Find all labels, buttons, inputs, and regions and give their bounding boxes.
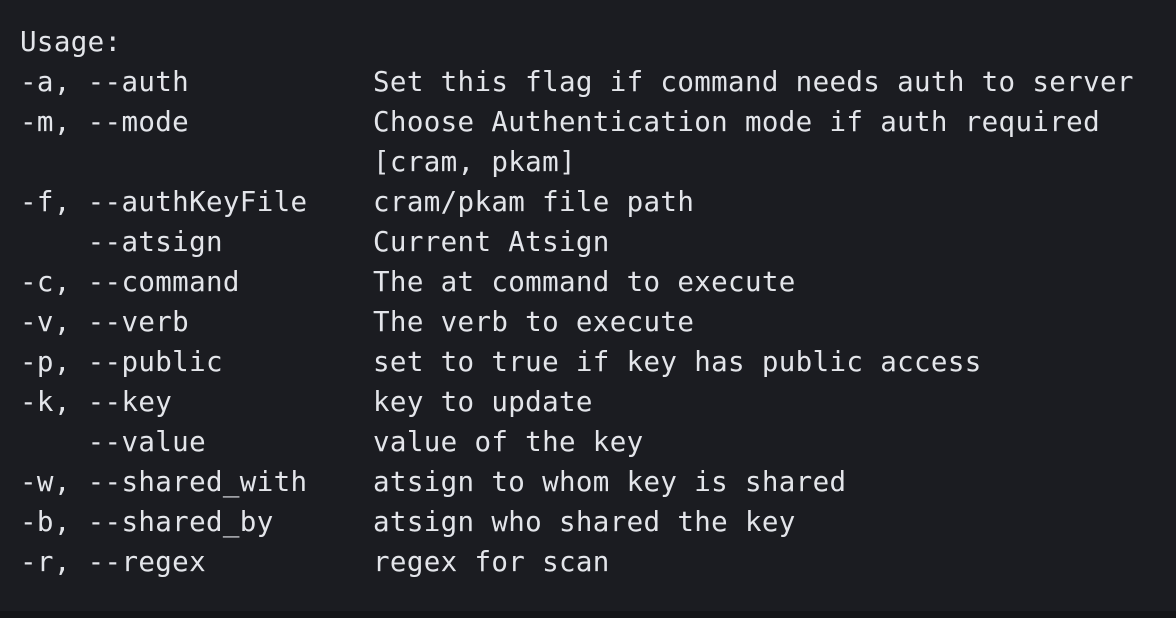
option-description: atsign to whom key is shared: [373, 466, 847, 498]
option-description: set to true if key has public access: [373, 346, 982, 378]
option-flag: -m, --mode: [20, 106, 190, 138]
option-description: value of the key: [373, 426, 644, 458]
option-row-mode: -m, --mode Choose Authentication mode if …: [20, 102, 1176, 142]
option-description: regex for scan: [373, 546, 610, 578]
option-row-authkeyfile: -f, --authKeyFile cram/pkam file path: [20, 182, 1176, 222]
option-row-value: --value value of the key: [20, 422, 1176, 462]
option-description: cram/pkam file path: [373, 186, 695, 218]
option-flag: -r, --regex: [20, 546, 206, 578]
option-row-verb: -v, --verb The verb to execute: [20, 302, 1176, 342]
option-row-shared-with: -w, --shared_with atsign to whom key is s…: [20, 462, 1176, 502]
option-flag: -f, --authKeyFile: [20, 186, 308, 218]
option-row-auth: -a, --auth Set this flag if command needs…: [20, 62, 1176, 102]
option-row-mode-continued: [cram, pkam]: [20, 142, 1176, 182]
option-flag: --value: [20, 426, 206, 458]
option-flag: -a, --auth: [20, 66, 190, 98]
option-flag: -b, --shared_by: [20, 506, 274, 538]
option-description: Current Atsign: [373, 226, 610, 258]
option-row-public: -p, --public set to true if key has publi…: [20, 342, 1176, 382]
option-description: The verb to execute: [373, 306, 695, 338]
terminal-output: Usage: -a, --auth Set this flag if comman…: [0, 0, 1176, 611]
option-row-regex: -r, --regex regex for scan: [20, 542, 1176, 582]
option-description: Choose Authentication mode if auth requi…: [373, 106, 1100, 138]
option-flag: -v, --verb: [20, 306, 190, 338]
usage-header: Usage:: [20, 26, 122, 58]
option-description: key to update: [373, 386, 593, 418]
option-flag: -w, --shared_with: [20, 466, 308, 498]
option-flag: -p, --public: [20, 346, 223, 378]
option-flag: --atsign: [20, 226, 223, 258]
option-row-command: -c, --command The at command to execute: [20, 262, 1176, 302]
option-flag: -k, --key: [20, 386, 173, 418]
bottom-edge: [0, 611, 1176, 618]
option-row-shared-by: -b, --shared_by atsign who shared the key: [20, 502, 1176, 542]
option-description: [cram, pkam]: [373, 146, 576, 178]
option-description: atsign who shared the key: [373, 506, 796, 538]
option-description: The at command to execute: [373, 266, 796, 298]
option-row-atsign: --atsign Current Atsign: [20, 222, 1176, 262]
option-flag: -c, --command: [20, 266, 240, 298]
option-row-key: -k, --key key to update: [20, 382, 1176, 422]
option-description: Set this flag if command needs auth to s…: [373, 66, 1134, 98]
